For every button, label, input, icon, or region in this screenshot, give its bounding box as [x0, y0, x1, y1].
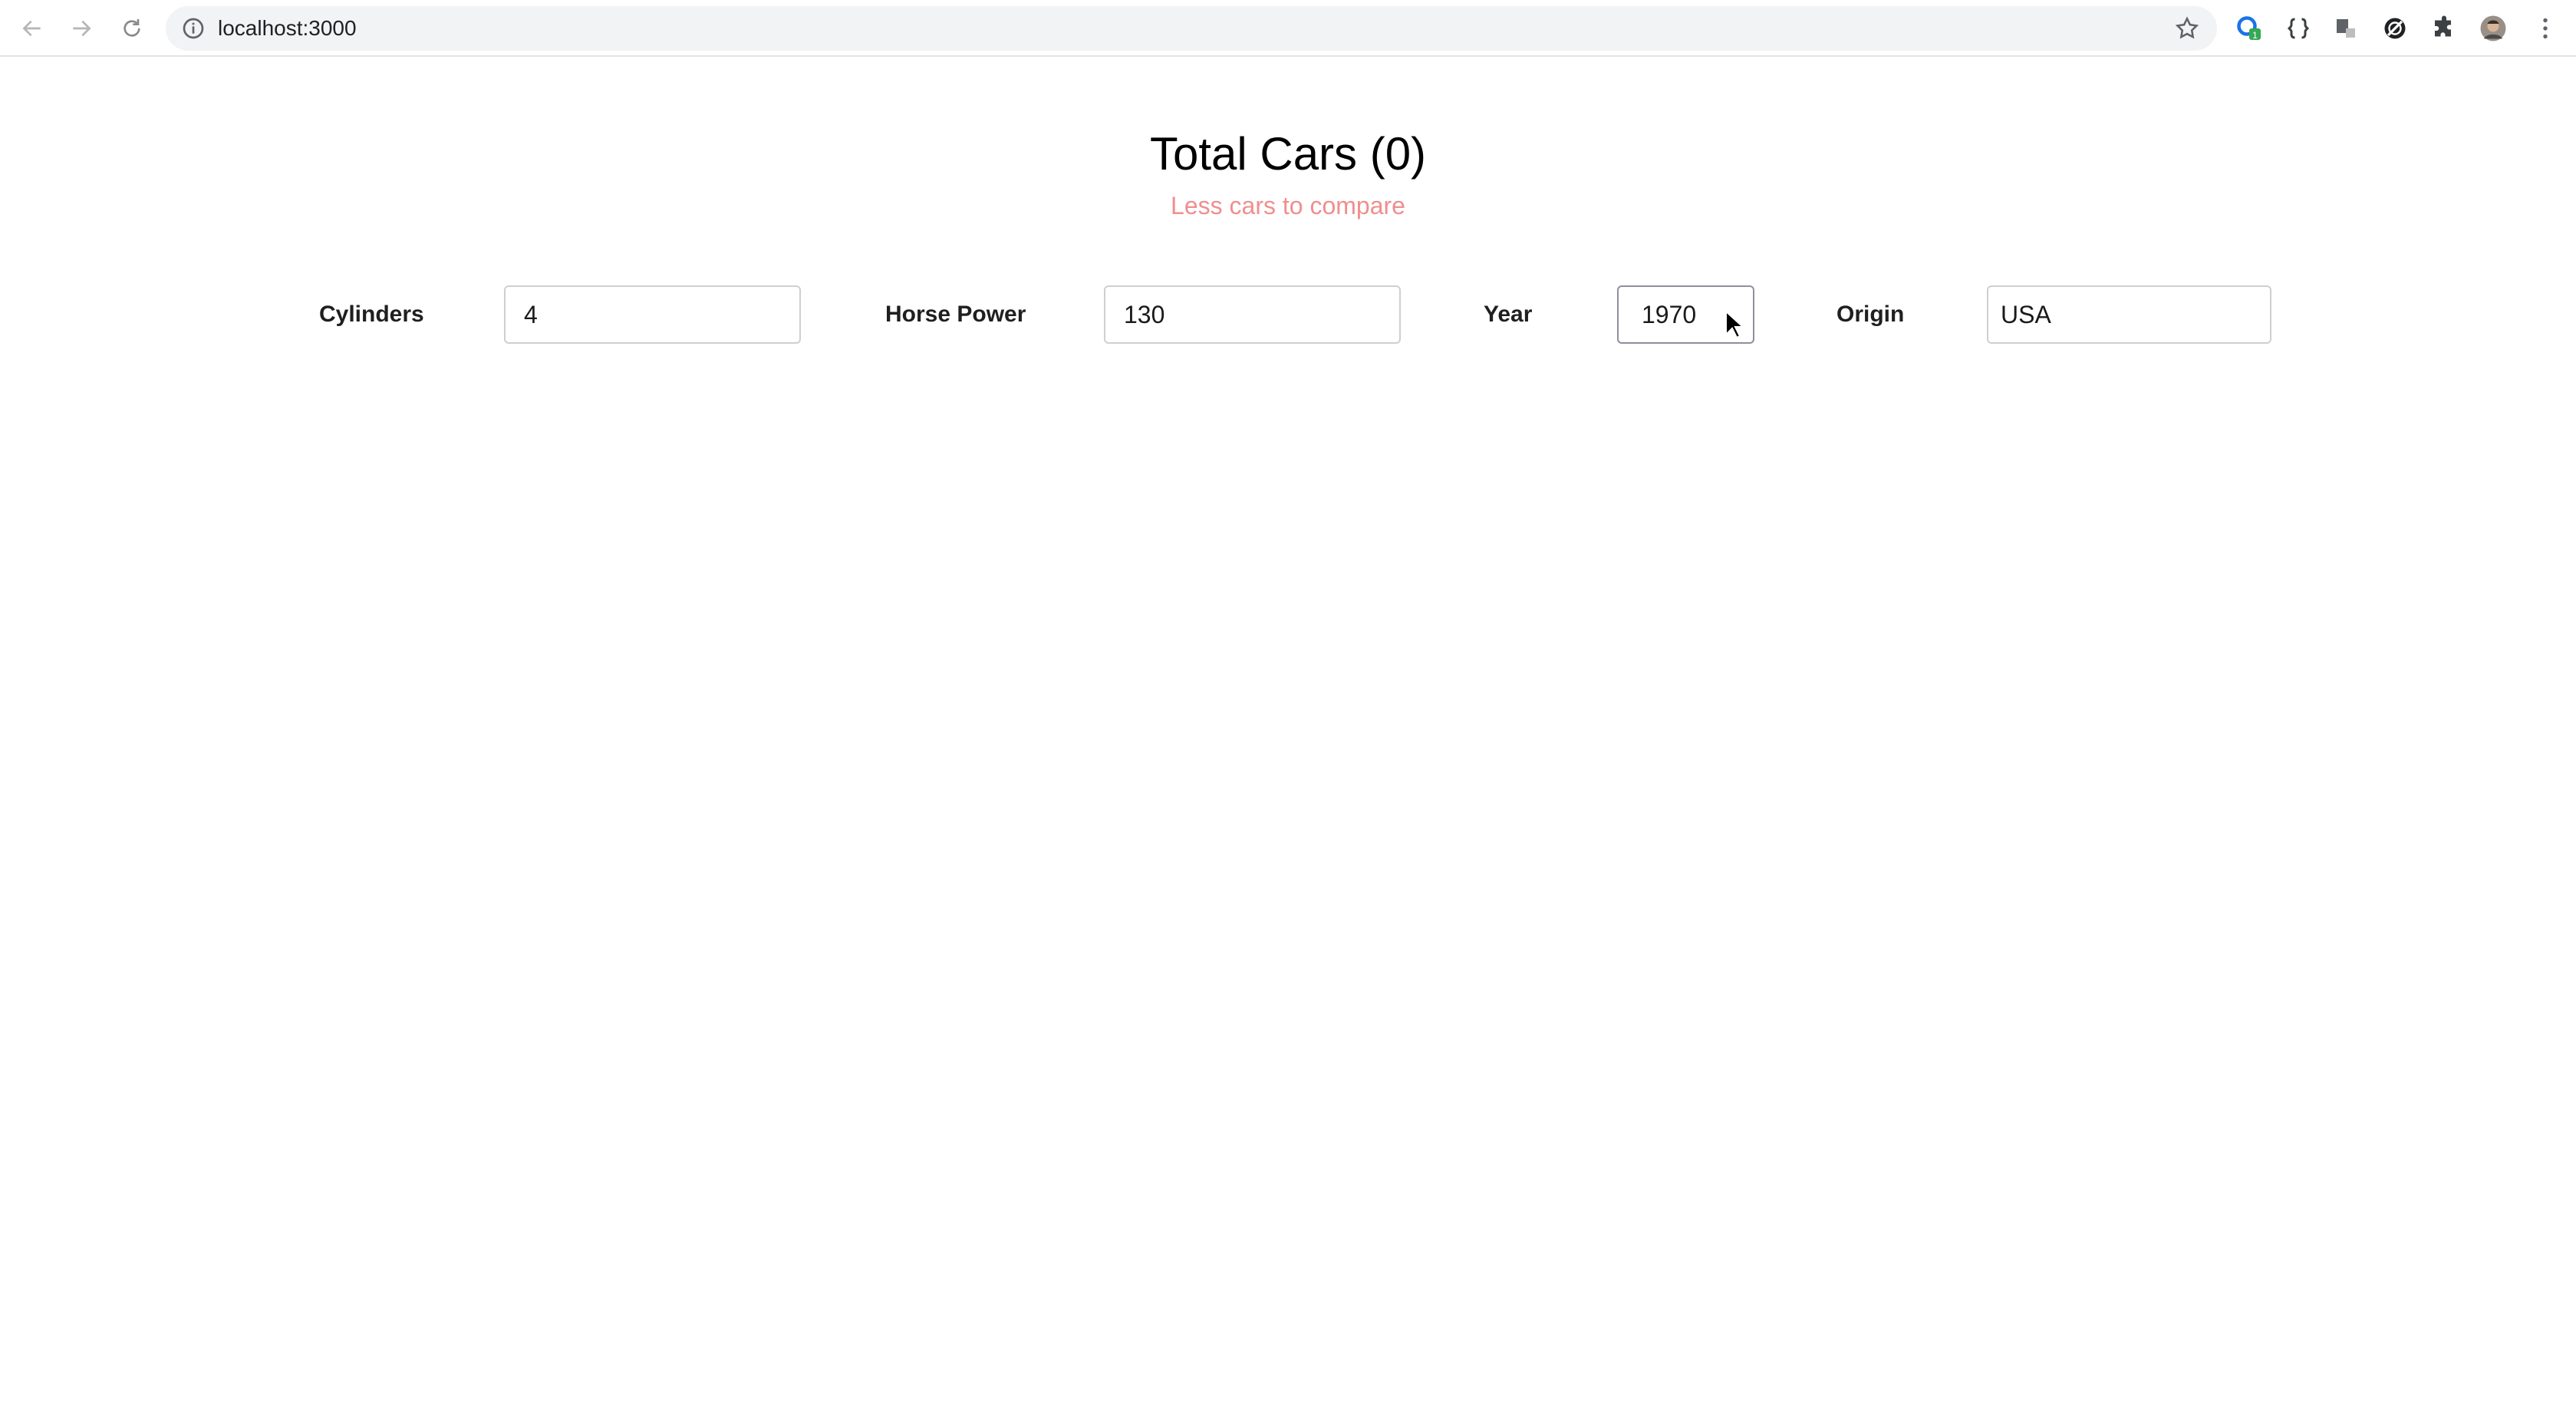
arrow-right-icon	[73, 20, 91, 37]
year-label: Year	[1484, 302, 1533, 327]
page-extension-icon	[2337, 19, 2355, 38]
page-title: Total Cars (0)	[1149, 128, 1427, 180]
browser-toolbar: localhost:3000 1	[0, 0, 2576, 57]
reload-icon	[124, 19, 140, 37]
star-icon[interactable]	[2174, 15, 2200, 41]
url-text[interactable]: localhost:3000	[218, 6, 357, 51]
kebab-menu-icon	[2543, 18, 2548, 39]
profile-button[interactable]	[2476, 12, 2510, 45]
cloud-extension-icon: 1	[2237, 16, 2261, 41]
reload-button[interactable]	[115, 12, 149, 45]
back-button[interactable]	[15, 12, 49, 45]
profile-avatar	[2480, 15, 2506, 41]
cloud-extension-button[interactable]: 1	[2232, 12, 2266, 45]
origin-input[interactable]	[1987, 285, 2271, 344]
extensions-button[interactable]	[2427, 12, 2461, 45]
horse-power-input[interactable]	[1104, 285, 1401, 344]
horse-power-label: Horse Power	[885, 302, 1026, 327]
blocked-extension-button[interactable]	[2378, 12, 2412, 45]
json-braces-extension-icon	[2287, 18, 2310, 39]
puzzle-piece-icon	[2435, 15, 2451, 37]
address-bar[interactable]: localhost:3000	[166, 6, 2217, 51]
cylinders-input[interactable]	[504, 285, 801, 344]
menu-button[interactable]	[2528, 12, 2562, 45]
json-extension-button[interactable]	[2281, 12, 2315, 45]
mouse-cursor-icon	[1725, 310, 1744, 339]
page-subtitle: Less cars to compare	[1171, 192, 1405, 219]
blocked-extension-icon	[2384, 18, 2406, 39]
arrow-left-icon	[22, 20, 41, 37]
extension-badge: 1	[2252, 30, 2258, 41]
cylinders-label: Cylinders	[319, 302, 424, 327]
info-icon[interactable]	[181, 16, 206, 41]
forward-button[interactable]	[64, 12, 98, 45]
origin-label: Origin	[1836, 302, 1905, 327]
page-extension-button[interactable]	[2329, 12, 2363, 45]
